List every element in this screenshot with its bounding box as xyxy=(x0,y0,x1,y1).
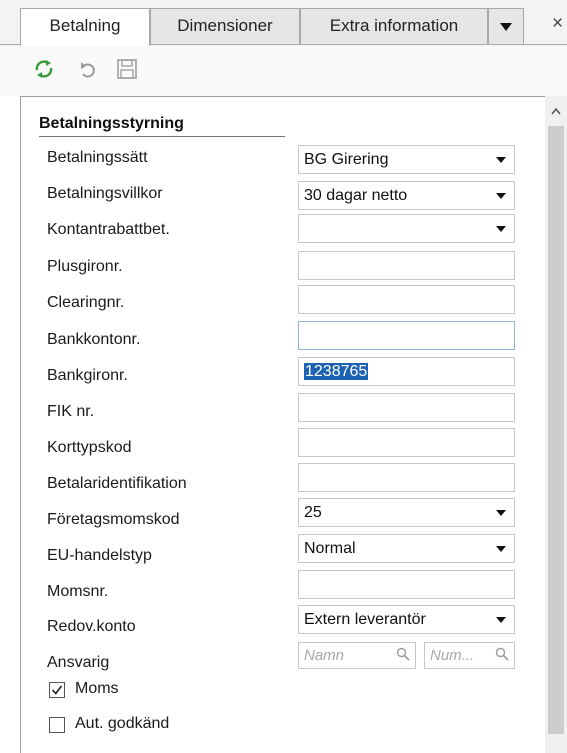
search-icon[interactable] xyxy=(495,644,509,669)
label-kontantrabattbet: Kontantrabattbet. xyxy=(47,221,170,238)
betalningsvillkor-select[interactable]: 30 dagar netto xyxy=(298,181,515,210)
bankgironr-value: 1238765 xyxy=(304,363,369,380)
chevron-down-icon xyxy=(496,226,506,232)
label-plusgironr: Plusgironr. xyxy=(47,258,123,275)
label-betalningsvillkor: Betalningsvillkor xyxy=(47,185,163,202)
chevron-down-icon xyxy=(496,510,506,516)
label-bankkontonr: Bankkontonr. xyxy=(47,331,141,348)
euhandelstyp-select[interactable]: Normal xyxy=(298,534,515,563)
betalningssatt-select[interactable]: BG Girering xyxy=(298,145,515,174)
scrollbar[interactable] xyxy=(545,96,567,753)
bankgironr-input[interactable]: 1238765 xyxy=(298,357,515,386)
label-redovkonto: Redov.konto xyxy=(47,618,136,635)
betalningsvillkor-value: 30 dagar netto xyxy=(304,187,408,204)
chevron-down-icon xyxy=(496,193,506,199)
ansvarig-name-placeholder: Namn xyxy=(304,647,345,664)
redovkonto-value: Extern leverantör xyxy=(304,611,426,628)
label-euhandelstyp: EU-handelstyp xyxy=(47,547,152,564)
scroll-up-icon[interactable] xyxy=(545,102,567,118)
tab-betalning[interactable]: Betalning xyxy=(20,8,150,46)
chevron-down-icon xyxy=(496,157,506,163)
save-icon[interactable] xyxy=(116,58,138,85)
label-foretagsmomskod: Företagsmomskod xyxy=(47,511,180,528)
undo-icon[interactable] xyxy=(78,58,98,85)
aut-godkand-checkbox[interactable] xyxy=(49,717,65,733)
label-korttypskod: Korttypskod xyxy=(47,439,132,456)
tab-extra-information[interactable]: Extra information xyxy=(300,8,488,44)
label-betalningssatt: Betalningssätt xyxy=(47,149,148,166)
fiknr-input[interactable] xyxy=(298,393,515,422)
plusgironr-input[interactable] xyxy=(298,251,515,280)
label-fiknr: FIK nr. xyxy=(47,403,95,420)
tab-overflow-dropdown[interactable] xyxy=(488,8,524,44)
ansvarig-number-input[interactable]: Num... xyxy=(424,642,515,669)
clearingnr-input[interactable] xyxy=(298,285,515,314)
kontantrabattbet-select[interactable] xyxy=(298,214,515,243)
label-ansvarig: Ansvarig xyxy=(47,654,110,671)
refresh-icon[interactable] xyxy=(33,58,55,85)
tab-dimensioner[interactable]: Dimensioner xyxy=(150,8,300,44)
label-betalaridentifikation: Betalaridentifikation xyxy=(47,475,187,492)
ansvarig-name-input[interactable]: Namn xyxy=(298,642,416,669)
redovkonto-select[interactable]: Extern leverantör xyxy=(298,605,515,634)
search-icon[interactable] xyxy=(396,644,410,669)
betalaridentifikation-input[interactable] xyxy=(298,463,515,492)
label-bankgironr: Bankgironr. xyxy=(47,367,128,384)
ansvarig-number-placeholder: Num... xyxy=(430,647,475,664)
bankkontonr-input[interactable] xyxy=(298,321,515,350)
scroll-thumb[interactable] xyxy=(548,126,564,734)
moms-label: Moms xyxy=(75,680,119,697)
moms-checkbox[interactable] xyxy=(49,682,65,698)
korttypskod-input[interactable] xyxy=(298,428,515,457)
label-momsnr: Momsnr. xyxy=(47,583,109,600)
section-title: Betalningsstyrning xyxy=(39,115,184,132)
tab-strip: Betalning Dimensioner Extra information … xyxy=(0,0,567,46)
aut-godkand-label: Aut. godkänd xyxy=(75,715,170,732)
chevron-down-icon xyxy=(496,546,506,552)
betalningssatt-value: BG Girering xyxy=(304,151,389,168)
euhandelstyp-value: Normal xyxy=(304,540,356,557)
foretagsmomskod-select[interactable]: 25 xyxy=(298,498,515,527)
section-divider xyxy=(39,136,285,137)
checkmark-icon xyxy=(51,685,63,695)
chevron-down-icon xyxy=(496,617,506,623)
label-clearingnr: Clearingnr. xyxy=(47,294,125,311)
momsnr-input[interactable] xyxy=(298,570,515,599)
toolbar xyxy=(0,46,567,96)
foretagsmomskod-value: 25 xyxy=(304,504,322,521)
close-icon[interactable]: × xyxy=(552,13,563,35)
